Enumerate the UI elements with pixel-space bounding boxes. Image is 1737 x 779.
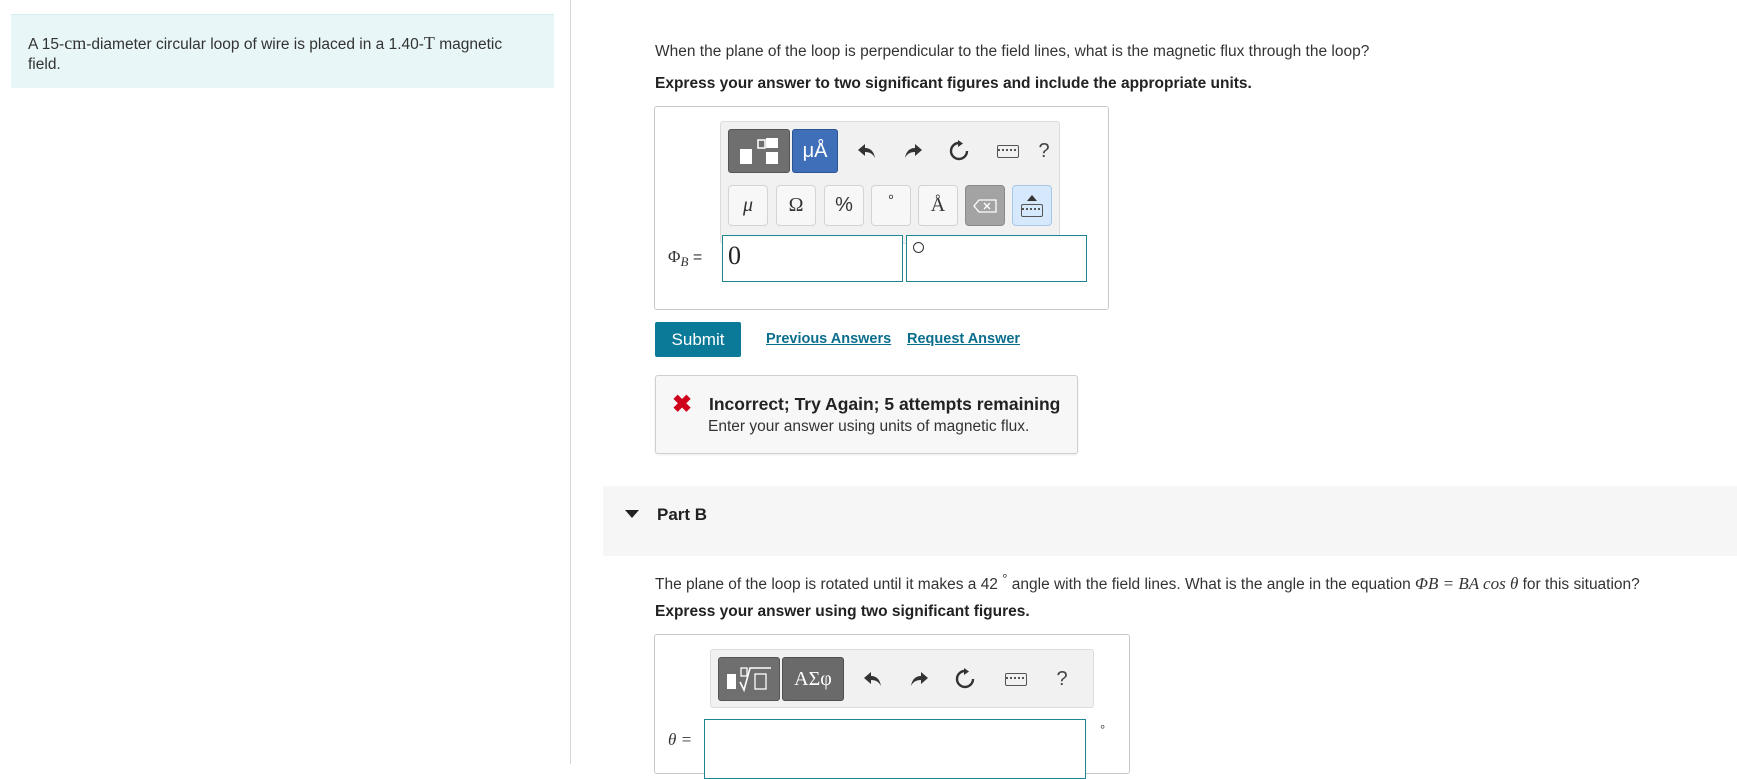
greek-button-label: ΑΣφ [794, 667, 832, 690]
part-a-question: When the plane of the loop is perpendicu… [655, 43, 1370, 60]
part-b-answer-panel: ΑΣφ ? θ = ° [654, 634, 1130, 779]
units-placeholder-icon [913, 242, 924, 253]
backspace-button[interactable] [965, 185, 1005, 226]
problem-statement: A 15-cm-diameter circular loop of wire i… [11, 14, 554, 88]
reset-icon[interactable] [949, 662, 981, 696]
theta-label-text: θ = [668, 730, 693, 749]
feedback-title: Incorrect; Try Again; 5 attempts remaini… [709, 394, 1061, 414]
part-b-header[interactable]: Part B [603, 486, 1737, 556]
part-b-question: The plane of the loop is rotated until i… [655, 571, 1640, 594]
greek-button[interactable]: ΑΣφ [782, 657, 844, 701]
symbol-percent-label: % [835, 194, 853, 216]
part-b-instruction: Express your answer using two significan… [655, 603, 1030, 620]
part-b-question-pre: The plane of the loop is rotated until i… [655, 576, 1003, 594]
unit-cm: cm [64, 33, 87, 53]
phi-symbol: Φ [668, 247, 681, 266]
submit-button[interactable]: Submit [655, 322, 741, 357]
symbol-mu-button[interactable]: μ [728, 185, 768, 226]
caret-up-icon [1027, 194, 1037, 201]
keyboard-toggle-button[interactable] [1012, 185, 1052, 226]
theta-label: θ = [668, 730, 692, 750]
redo-icon[interactable] [897, 134, 929, 168]
value-input[interactable]: 0 [722, 235, 903, 282]
reset-icon[interactable] [943, 134, 975, 168]
math-toolbar: μÅ ? μ Ω % ° Å [720, 121, 1060, 244]
equals-sign: = [688, 249, 703, 266]
keyboard-icon-small [1021, 203, 1043, 217]
keyboard-icon[interactable] [993, 134, 1023, 168]
feedback-box: ✖ Incorrect; Try Again; 5 attempts remai… [655, 375, 1078, 454]
part-a-label: ΦB = [668, 247, 702, 270]
redo-icon[interactable] [903, 662, 935, 696]
symbol-mu-label: μ [742, 194, 754, 216]
collapse-caret-icon[interactable] [625, 510, 639, 518]
help-label-b: ? [1056, 667, 1068, 690]
feedback-message: Enter your answer using units of magneti… [708, 418, 1030, 435]
symbol-omega-label: Ω [788, 194, 804, 216]
previous-answers-link[interactable]: Previous Answers [766, 331, 891, 347]
undo-icon[interactable] [857, 662, 889, 696]
problem-text-mid: -diameter circular loop of wire is place… [86, 36, 424, 53]
units-button-label: μÅ [802, 139, 828, 162]
units-input[interactable] [906, 235, 1087, 282]
submit-label: Submit [671, 329, 725, 349]
theta-degree-unit: ° [1100, 722, 1106, 737]
keyboard-icon[interactable] [1001, 662, 1031, 696]
undo-icon[interactable] [851, 134, 883, 168]
help-button[interactable]: ? [1031, 134, 1057, 168]
part-a-instruction: Express your answer to two significant f… [655, 75, 1252, 92]
theta-input[interactable] [704, 719, 1086, 779]
part-a-answer-panel: μÅ ? μ Ω % ° Å ΦB = 0 [654, 106, 1109, 310]
part-b-question-mid: angle with the field lines. What is the … [1007, 576, 1416, 594]
template-button[interactable] [728, 129, 790, 173]
problem-text-pre: A 15- [28, 36, 65, 53]
symbol-angstrom-button[interactable]: Å [918, 185, 958, 226]
units-button[interactable]: μÅ [792, 129, 838, 173]
column-divider [570, 0, 571, 764]
value-text: 0 [728, 241, 741, 270]
symbol-omega-button[interactable]: Ω [776, 185, 816, 226]
symbol-degree-label: ° [888, 192, 894, 209]
template-sqrt-button[interactable] [718, 657, 780, 701]
help-label: ? [1038, 139, 1050, 162]
help-button[interactable]: ? [1049, 662, 1075, 696]
part-b-title: Part B [657, 505, 708, 524]
symbol-percent-button[interactable]: % [824, 185, 864, 226]
flux-equation: ΦB = BA cos θ [1415, 574, 1519, 594]
sqrt-template-icon [727, 667, 771, 693]
error-x-icon: ✖ [672, 391, 693, 418]
symbol-angstrom-label: Å [930, 194, 946, 216]
unit-tesla: T [423, 33, 435, 53]
request-answer-link[interactable]: Request Answer [907, 331, 1020, 347]
math-toolbar-b: ΑΣφ ? [710, 649, 1094, 708]
part-b-question-post: for this situation? [1518, 576, 1640, 594]
template-icon [740, 138, 778, 164]
symbol-degree-button[interactable]: ° [871, 185, 911, 226]
backspace-icon [973, 198, 997, 213]
